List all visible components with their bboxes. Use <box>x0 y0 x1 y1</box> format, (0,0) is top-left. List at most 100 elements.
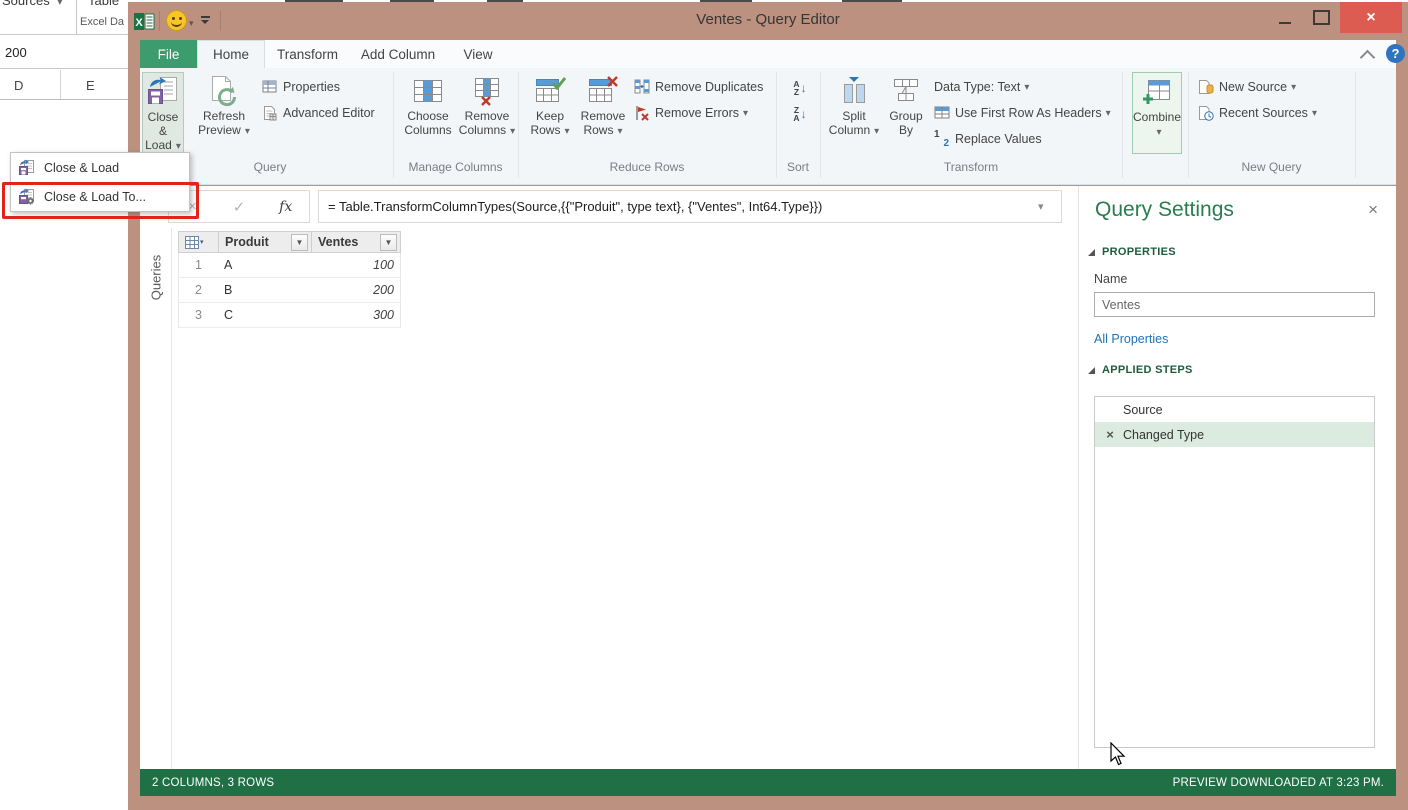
cell-produit[interactable]: A <box>218 253 312 278</box>
tab-home[interactable]: Home <box>197 40 265 68</box>
keep-rows-label2: Rows <box>530 123 561 137</box>
data-type-button[interactable]: Data Type: Text ▾ <box>934 76 1029 98</box>
dropdown-caret-icon: ▾ <box>743 107 749 119</box>
refresh-preview-icon <box>208 75 240 107</box>
group-label-sort: Sort <box>786 160 809 174</box>
advanced-editor-button[interactable]: Advanced Editor <box>262 102 375 124</box>
applied-step-source[interactable]: Source <box>1095 397 1374 422</box>
column-header-produit[interactable]: Produit ▼ <box>218 231 312 253</box>
remove-errors-button[interactable]: Remove Errors ▾ <box>634 102 748 124</box>
new-source-button[interactable]: New Source ▾ <box>1198 76 1296 98</box>
get-external-sources-button[interactable]: Sources ▾ <box>2 0 62 8</box>
filter-dropdown-button[interactable]: ▼ <box>380 234 397 251</box>
minimize-button[interactable] <box>1268 2 1302 33</box>
applied-steps-header-label: APPLIED STEPS <box>1102 364 1193 376</box>
row-number-cell[interactable]: 3 <box>178 303 219 328</box>
column-header-ventes[interactable]: Ventes ▼ <box>311 231 401 253</box>
remove-columns-button[interactable]: Remove Columns ▾ <box>458 72 516 154</box>
status-preview-downloaded: PREVIEW DOWNLOADED AT 3:23 PM. <box>1172 776 1384 789</box>
dropdown-caret-icon: ▾ <box>1311 107 1317 119</box>
excel-data-group-label: Excel Da <box>80 16 125 28</box>
replace-values-label: Replace Values <box>955 132 1042 146</box>
remove-rows-button[interactable]: Remove Rows ▾ <box>576 72 630 154</box>
query-name-input[interactable]: Ventes <box>1094 292 1375 317</box>
remove-duplicates-button[interactable]: Remove Duplicates <box>634 76 763 98</box>
keep-rows-button[interactable]: Keep Rows ▾ <box>528 72 572 154</box>
properties-section-header[interactable]: PROPERTIES <box>1088 246 1176 258</box>
formula-expand-caret-icon[interactable]: ▾ <box>1038 200 1044 213</box>
keep-rows-icon <box>534 75 567 107</box>
titlebar[interactable]: X ▾ Ventes - Query Editor × <box>128 2 1408 40</box>
row-number-cell[interactable]: 2 <box>178 278 219 303</box>
column-header-d[interactable]: D <box>14 78 23 93</box>
dropdown-caret-icon: ▾ <box>244 126 250 137</box>
collapse-triangle-icon <box>1088 248 1095 256</box>
row-number-cell[interactable]: 1 <box>178 253 219 278</box>
recent-sources-icon <box>1199 106 1214 121</box>
cell-ventes[interactable]: 200 <box>311 278 401 303</box>
tab-file[interactable]: File <box>140 40 197 68</box>
group-by-icon <box>890 75 922 107</box>
group-label-new-query: New Query <box>1241 160 1302 174</box>
select-all-header-cell[interactable]: ▾ <box>178 231 219 253</box>
tab-view[interactable]: View <box>446 40 510 68</box>
cell-ventes[interactable]: 100 <box>311 253 401 278</box>
dropdown-caret-icon: ▾ <box>564 126 570 137</box>
cell-produit[interactable]: B <box>218 278 312 303</box>
recent-sources-button[interactable]: Recent Sources ▾ <box>1198 102 1317 124</box>
all-properties-link[interactable]: All Properties <box>1094 332 1168 346</box>
table-button[interactable]: Table <box>88 0 119 8</box>
formula-input[interactable]: = Table.TransformColumnTypes(Source,{{"P… <box>318 190 1062 223</box>
column-header-e[interactable]: E <box>86 78 95 93</box>
help-icon[interactable]: ? <box>1386 44 1405 63</box>
menu-item-close-and-load[interactable]: Close & Load <box>11 153 189 182</box>
use-first-row-label: Use First Row As Headers <box>955 106 1102 120</box>
close-icon: × <box>1366 8 1376 26</box>
sort-descending-button[interactable]: ZA ↓ <box>786 102 814 126</box>
group-by-button[interactable]: Group By <box>884 72 928 154</box>
maximize-button[interactable] <box>1304 2 1338 33</box>
first-row-headers-icon <box>934 106 950 119</box>
divider <box>0 68 128 69</box>
choose-columns-label: Choose <box>407 109 449 123</box>
filter-dropdown-button[interactable]: ▼ <box>291 234 308 251</box>
refresh-preview-button[interactable]: Refresh Preview ▾ <box>192 72 256 154</box>
applied-steps-list: Source × Changed Type <box>1094 396 1375 748</box>
collapse-ribbon-icon[interactable] <box>1359 49 1376 66</box>
step-label: Changed Type <box>1123 427 1205 442</box>
fx-icon[interactable]: fx <box>262 199 309 215</box>
commit-formula-icon[interactable]: ✓ <box>216 198 263 216</box>
close-and-load-icon <box>147 76 179 108</box>
new-source-icon <box>1199 80 1214 94</box>
data-type-label: Data Type: Text <box>934 80 1021 94</box>
sort-arrow-icon: ↓ <box>800 107 807 121</box>
delete-step-icon[interactable]: × <box>1103 427 1117 442</box>
digit-one-glyph: 1 <box>934 129 940 140</box>
combine-button[interactable]: Combine ▾ <box>1132 72 1182 154</box>
sources-label: Sources <box>2 0 50 8</box>
sort-ascending-button[interactable]: AZ ↓ <box>786 76 814 100</box>
query-settings-close-icon[interactable]: × <box>1368 200 1378 220</box>
editor-content: × ✓ fx = Table.TransformColumnTypes(Sour… <box>140 186 1396 769</box>
dropdown-caret-icon: ▾ <box>1291 81 1297 93</box>
cell-produit[interactable]: C <box>218 303 312 328</box>
divider <box>1355 72 1356 178</box>
applied-steps-section-header[interactable]: APPLIED STEPS <box>1088 364 1193 376</box>
dropdown-caret-icon: ▾ <box>1024 81 1030 93</box>
divider <box>76 0 77 34</box>
close-and-load-button[interactable]: Close & Load ▾ <box>142 72 184 154</box>
queries-pane[interactable]: Queries <box>140 228 172 769</box>
tab-transform[interactable]: Transform <box>265 40 350 68</box>
formula-bar-value: 200 <box>5 45 27 60</box>
cell-ventes[interactable]: 300 <box>311 303 401 328</box>
choose-columns-button[interactable]: Choose Columns <box>402 72 454 154</box>
replace-values-button[interactable]: 1 2 Replace Values <box>934 128 1042 150</box>
query-settings-panel: Query Settings × PROPERTIES Name Ventes … <box>1078 186 1396 769</box>
properties-button[interactable]: Properties <box>262 76 340 98</box>
split-column-button[interactable]: Split Column ▾ <box>828 72 880 154</box>
close-window-button[interactable]: × <box>1340 2 1402 33</box>
use-first-row-as-headers-button[interactable]: Use First Row As Headers ▾ <box>934 102 1111 124</box>
tab-add-column[interactable]: Add Column <box>350 40 446 68</box>
applied-step-changed-type[interactable]: × Changed Type <box>1095 422 1374 447</box>
table-select-all-icon <box>185 235 199 249</box>
